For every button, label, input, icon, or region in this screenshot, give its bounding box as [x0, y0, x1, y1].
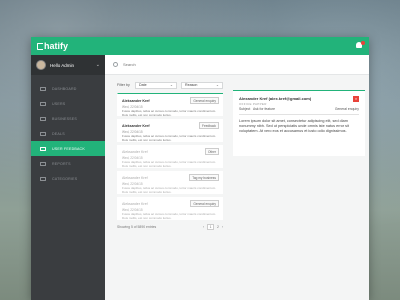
- message-preview: Fusce dapibus, tellus ac cursus commodo,…: [122, 212, 217, 220]
- reason-tag: Other: [205, 148, 219, 155]
- sidebar: Hello Admin ⌄ DASHBOARD USERS BUSINESSES: [31, 55, 105, 300]
- message-preview: Fusce dapibus, tellus ac cursus commodo,…: [122, 160, 217, 168]
- detail-role: OFFICE PAPPER: [239, 102, 267, 106]
- categories-icon: [40, 176, 46, 181]
- report-icon: [40, 161, 46, 166]
- page-1-button[interactable]: 1: [207, 224, 214, 230]
- logo-mark-icon: [37, 42, 43, 50]
- list-item[interactable]: Aleksander Kref General enquiry Wed, 22/…: [117, 197, 223, 220]
- reason-tag: General enquiry: [190, 97, 219, 104]
- sidebar-item-deals[interactable]: DEALS: [31, 126, 105, 141]
- sidebar-item-label: USERS: [52, 101, 66, 106]
- list-footer: Showing 5 of 5890 entries ‹ 1 2 ›: [117, 224, 223, 230]
- detail-reason-tag: General enquiry: [334, 107, 359, 111]
- message-date: Wed, 22/04/15: [122, 104, 143, 109]
- delete-button[interactable]: ×: [353, 96, 359, 102]
- sidebar-nav: DASHBOARD USERS BUSINESSES DEALS USER FE…: [31, 75, 105, 186]
- page-2-button[interactable]: 2: [217, 225, 219, 229]
- reason-filter-select[interactable]: Reason ⌄: [181, 81, 223, 89]
- subject-label: Subject: [239, 107, 251, 111]
- feedback-detail-panel: Alexander Kref (alex.kref@gmail.com) OFF…: [233, 90, 365, 156]
- notifications-bell-icon[interactable]: [355, 41, 365, 50]
- sender-name: Aleksander Kref: [122, 149, 148, 154]
- sender-name: Aleksander Kref: [122, 175, 148, 180]
- feedback-icon: [40, 146, 46, 151]
- detail-message-body: Lorem ipsum dolor sit amet, consectetur …: [239, 119, 349, 133]
- message-date: Wed, 22/04/15: [122, 155, 143, 160]
- app-name: hatify: [44, 41, 69, 51]
- sidebar-item-categories[interactable]: CATEGORIES: [31, 171, 105, 186]
- dashboard-icon: [40, 86, 46, 91]
- reason-tag: Feedback: [199, 122, 219, 129]
- search-bar: [105, 55, 369, 75]
- list-item[interactable]: Aleksander Kref Other Wed, 22/04/15 Fusc…: [117, 145, 223, 168]
- reason-tag: Tag my business: [189, 174, 219, 181]
- next-page-button[interactable]: ›: [222, 225, 223, 229]
- sidebar-item-label: DEALS: [52, 131, 65, 136]
- sender-name: Aleksander Kref: [122, 201, 148, 206]
- avatar: [36, 60, 46, 70]
- date-filter-value: Date: [139, 83, 147, 87]
- top-bar: hatify: [31, 37, 369, 55]
- chevron-down-icon: ⌄: [215, 83, 219, 87]
- briefcase-icon: [40, 116, 46, 121]
- sidebar-item-reports[interactable]: REPORTS: [31, 156, 105, 171]
- sidebar-item-label: REPORTS: [52, 161, 71, 166]
- chevron-down-icon: ⌄: [169, 83, 173, 87]
- list-item[interactable]: Aleksander Kref Tag my business Wed, 22/…: [117, 171, 223, 194]
- users-icon: [40, 101, 46, 106]
- detail-sender: Alexander Kref (alex.kref@gmail.com): [239, 96, 312, 101]
- message-date: Wed, 22/04/15: [122, 207, 143, 212]
- message-preview: Fusce dapibus, tellus ac cursus commodo,…: [122, 134, 217, 142]
- content-area: Filter by Date ⌄ Reason ⌄ Aleksander Kre…: [105, 55, 369, 300]
- tag-icon: [40, 131, 46, 136]
- user-menu[interactable]: Hello Admin ⌄: [31, 55, 105, 75]
- sidebar-item-user-feedback[interactable]: USER FEEDBACK: [31, 141, 105, 156]
- search-input[interactable]: [123, 62, 223, 67]
- sender-name: Aleksander Kref: [122, 123, 150, 128]
- message-preview: Fusce dapibus, tellus ac cursus commodo,…: [122, 109, 217, 117]
- reason-tag: General enquiry: [190, 200, 219, 207]
- sidebar-item-label: BUSINESSES: [52, 116, 77, 121]
- sidebar-item-label: USER FEEDBACK: [52, 146, 85, 151]
- date-filter-select[interactable]: Date ⌄: [135, 81, 177, 89]
- sidebar-item-users[interactable]: USERS: [31, 96, 105, 111]
- notification-dot: [361, 41, 365, 45]
- reason-filter-value: Reason: [185, 83, 198, 87]
- detail-meta: Subject Ask for feature General enquiry: [239, 107, 359, 115]
- search-icon: [113, 62, 118, 67]
- user-name: Hello Admin: [50, 62, 75, 68]
- chevron-down-icon[interactable]: ⌄: [96, 62, 100, 68]
- entries-count: Showing 5 of 5890 entries: [117, 225, 157, 229]
- filter-label: Filter by: [117, 83, 130, 87]
- feedback-list-panel: Filter by Date ⌄ Reason ⌄ Aleksander Kre…: [117, 81, 223, 300]
- sidebar-item-businesses[interactable]: BUSINESSES: [31, 111, 105, 126]
- sender-name: Aleksander Kref: [122, 98, 150, 103]
- sidebar-item-label: CATEGORIES: [52, 176, 78, 181]
- app-logo[interactable]: hatify: [37, 41, 68, 51]
- prev-page-button[interactable]: ‹: [203, 225, 204, 229]
- app-window: hatify Hello Admin ⌄ DASHBOARD USERS BUS…: [31, 37, 369, 300]
- message-date: Wed, 22/04/15: [122, 181, 143, 186]
- filter-row: Filter by Date ⌄ Reason ⌄: [117, 81, 223, 89]
- sidebar-item-dashboard[interactable]: DASHBOARD: [31, 81, 105, 96]
- pagination: ‹ 1 2 ›: [203, 224, 223, 230]
- message-date: Wed, 22/04/15: [122, 129, 143, 134]
- sidebar-item-label: DASHBOARD: [52, 86, 77, 91]
- list-item[interactable]: Aleksander Kref Feedback Wed, 22/04/15 F…: [117, 119, 223, 142]
- list-item[interactable]: Aleksander Kref General enquiry Wed, 22/…: [117, 93, 223, 116]
- message-preview: Fusce dapibus, tellus ac cursus commodo,…: [122, 186, 217, 194]
- subject-value: Ask for feature: [252, 107, 276, 111]
